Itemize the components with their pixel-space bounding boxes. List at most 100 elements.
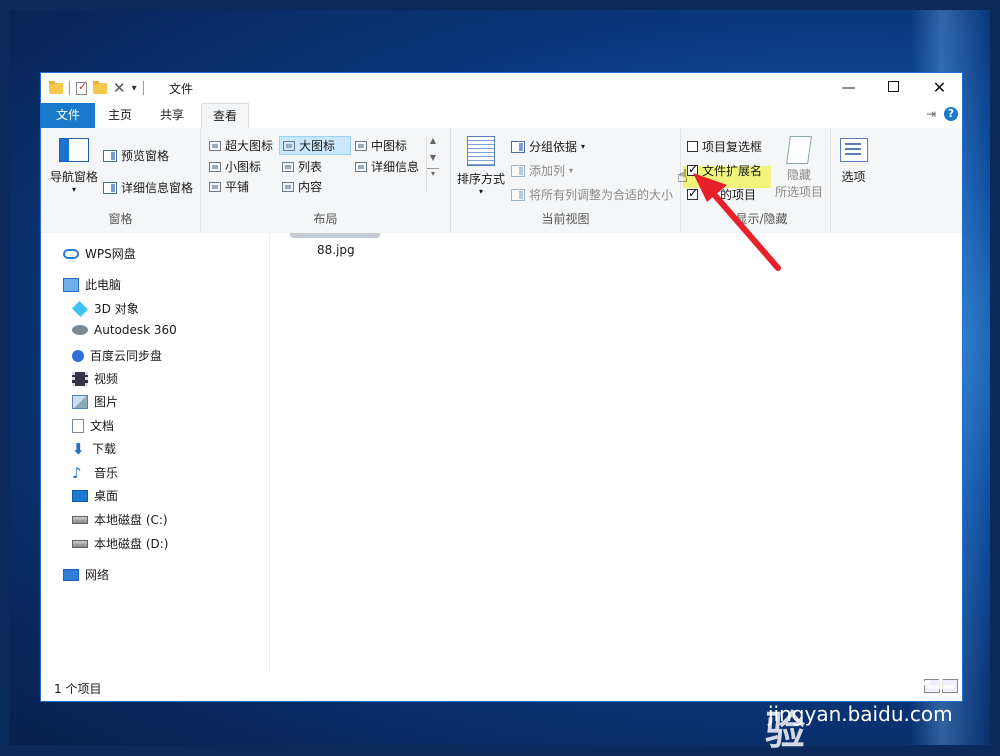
options-button[interactable]: 选项 xyxy=(831,138,876,185)
nav-item-drive-c[interactable]: 本地磁盘 (C:) xyxy=(72,511,168,528)
download-icon: ⬇ xyxy=(72,439,85,458)
drive-icon xyxy=(72,539,88,548)
mouse-cursor-icon: ☝ xyxy=(677,166,688,187)
delete-icon[interactable]: ✕ xyxy=(113,80,126,96)
file-extensions-label: 文件扩展名 xyxy=(702,164,763,178)
hide-selected-button[interactable]: 隐藏 所选项目 xyxy=(771,136,827,200)
layout-item-label: 内容 xyxy=(298,180,323,194)
nav-item-label: WPS网盘 xyxy=(85,247,136,261)
group-by-button[interactable]: 分组依据 ▾ xyxy=(511,138,585,155)
scroll-down-icon[interactable]: ▼ xyxy=(427,153,439,162)
layout-tiles[interactable]: 平铺 xyxy=(206,177,252,196)
item-checkboxes-toggle[interactable]: 项目复选框 xyxy=(687,138,762,155)
layout-small-icons[interactable]: 小图标 xyxy=(206,157,264,176)
maximize-button[interactable] xyxy=(871,73,916,103)
tab-file[interactable]: 文件 xyxy=(41,103,95,128)
expand-gallery-icon[interactable]: ▾ xyxy=(427,168,439,178)
add-column-icon xyxy=(511,164,525,177)
desktop-icon xyxy=(72,489,88,502)
large-icons-icon xyxy=(283,140,295,151)
layout-gallery-scroller[interactable]: ▲ ▼ ▾ xyxy=(426,136,439,192)
preview-pane-button[interactable]: 预览窗格 xyxy=(103,147,169,164)
item-checkboxes-label: 项目复选框 xyxy=(702,140,763,154)
watermark-url: jingyan.baidu.com xyxy=(768,702,953,726)
extra-large-icons-icon xyxy=(209,140,221,151)
hide-selected-icon xyxy=(786,136,812,164)
file-extensions-checkbox[interactable] xyxy=(687,162,698,176)
minimize-button[interactable]: — xyxy=(826,73,871,103)
layout-item-label: 中图标 xyxy=(371,139,408,153)
options-icon xyxy=(839,138,868,162)
pin-ribbon-icon[interactable]: ⇥ xyxy=(926,107,936,121)
tab-view[interactable]: 查看 xyxy=(201,103,249,128)
show-hide-label-text: 显示/隐藏 xyxy=(735,212,788,226)
layout-list[interactable]: 列表 xyxy=(279,157,325,176)
nav-item-label: 本地磁盘 (D:) xyxy=(94,537,169,551)
scroll-up-icon[interactable]: ▲ xyxy=(427,136,439,145)
nav-item-3d-objects[interactable]: 3D 对象 xyxy=(72,300,139,317)
cloud-icon xyxy=(63,248,79,259)
customize-dropdown-icon[interactable]: ▾ xyxy=(132,83,137,94)
chevron-down-icon: ▾ xyxy=(581,142,586,151)
nav-item-desktop[interactable]: 桌面 xyxy=(72,487,118,504)
layout-medium-icons[interactable]: 中图标 xyxy=(352,136,410,155)
baidu-jingyan-watermark: Bai du 经验 jingyan.baidu.com xyxy=(765,640,980,754)
pane-group: 导航窗格 ▾ 预览窗格 详细信息窗格 窗格 xyxy=(41,128,201,233)
close-button[interactable]: ✕ xyxy=(917,73,962,103)
layout-content[interactable]: 内容 xyxy=(279,177,325,196)
window-title: 文件 xyxy=(169,82,194,96)
tab-home[interactable]: 主页 xyxy=(99,103,141,128)
nav-item-videos[interactable]: 视频 xyxy=(72,370,118,387)
maximize-icon xyxy=(888,81,899,92)
new-folder-icon[interactable] xyxy=(93,80,107,94)
layout-extra-large-icons[interactable]: 超大图标 xyxy=(206,136,276,155)
details-pane-button[interactable]: 详细信息窗格 xyxy=(103,179,193,196)
tiles-icon xyxy=(209,181,221,192)
layout-details[interactable]: 详细信息 xyxy=(352,157,422,176)
layout-group: 超大图标 大图标 中图标 小图标 列表 详细信息 平铺 内容 ▲ ▼ ▾ 布局 xyxy=(201,128,451,233)
item-checkboxes-checkbox[interactable] xyxy=(687,141,698,152)
nav-item-drive-d[interactable]: 本地磁盘 (D:) xyxy=(72,535,168,552)
current-view-group: 排序方式 ▾ 分组依据 ▾ 添加列 ▾ 将所有列调整为合适的大小 当前视图 xyxy=(451,128,681,233)
status-item-count: 1 个项目 xyxy=(54,682,102,696)
ribbon: 导航窗格 ▾ 预览窗格 详细信息窗格 窗格 超大图标 大图标 中图标 小图标 列… xyxy=(41,128,962,234)
nav-item-wps-cloud[interactable]: WPS网盘 xyxy=(63,245,136,262)
properties-icon[interactable] xyxy=(76,80,87,95)
layout-item-label: 平铺 xyxy=(225,180,250,194)
file-thumbnail[interactable] xyxy=(290,233,380,238)
file-name[interactable]: 88.jpg xyxy=(317,243,355,257)
layout-group-label: 布局 xyxy=(313,212,338,226)
nav-item-label: 视频 xyxy=(94,372,119,386)
watermark-logo: Bai du 经验 xyxy=(765,650,954,754)
list-icon xyxy=(282,161,294,172)
folder-icon xyxy=(49,80,63,94)
file-extensions-toggle[interactable]: 文件扩展名 xyxy=(687,162,762,179)
nav-item-label: 此电脑 xyxy=(85,278,122,292)
hidden-items-checkbox[interactable] xyxy=(687,186,698,200)
help-icon[interactable]: ? xyxy=(944,107,958,121)
music-icon: ♪ xyxy=(72,463,82,482)
nav-item-autodesk-360[interactable]: Autodesk 360 xyxy=(72,323,177,337)
hidden-items-toggle[interactable]: 的项目 xyxy=(687,186,756,203)
nav-item-downloads[interactable]: ⬇ 下载 xyxy=(72,440,116,457)
sort-by-button[interactable]: 排序方式 ▾ xyxy=(453,136,509,196)
navigation-pane-button[interactable]: 导航窗格 ▾ xyxy=(47,138,101,194)
nav-item-music[interactable]: ♪ 音乐 xyxy=(72,464,118,481)
current-view-group-label: 当前视图 xyxy=(541,212,590,226)
add-column-button[interactable]: 添加列 ▾ xyxy=(511,162,573,179)
small-icons-icon xyxy=(209,161,221,172)
tab-share[interactable]: 共享 xyxy=(151,103,193,128)
nav-item-this-pc[interactable]: 此电脑 xyxy=(63,276,121,293)
quick-access-toolbar: ✕ ▾ xyxy=(49,79,144,97)
file-list: 88.jpg xyxy=(270,233,962,673)
nav-item-pictures[interactable]: 图片 xyxy=(72,393,118,410)
preview-pane-icon xyxy=(103,149,117,162)
nav-item-baidu-cloud[interactable]: 百度云同步盘 xyxy=(72,347,162,364)
nav-item-documents[interactable]: 文档 xyxy=(72,417,114,434)
divider xyxy=(69,81,70,95)
layout-large-icons[interactable]: 大图标 xyxy=(279,136,351,155)
fit-columns-label: 将所有列调整为合适的大小 xyxy=(529,188,674,202)
hidden-items-label: 的项目 xyxy=(720,188,757,202)
fit-columns-button[interactable]: 将所有列调整为合适的大小 xyxy=(511,186,673,203)
nav-item-network[interactable]: 网络 xyxy=(63,566,109,583)
